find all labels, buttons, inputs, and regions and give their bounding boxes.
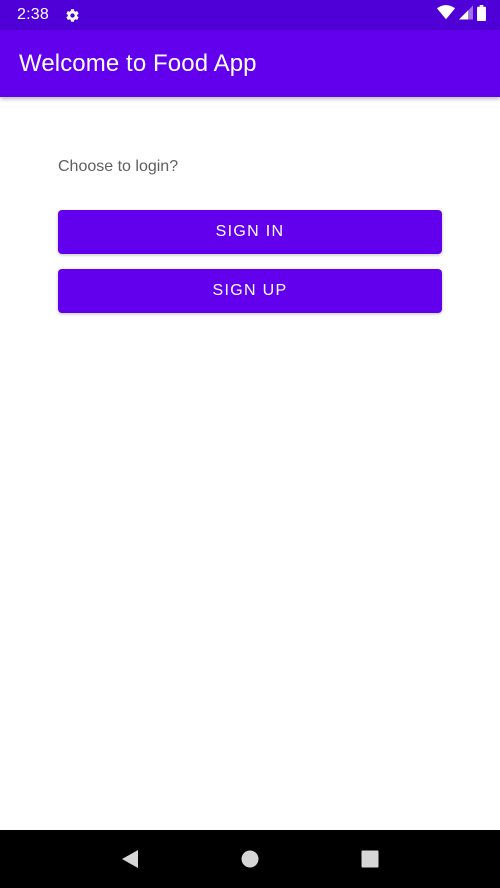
app-bar: Welcome to Food App (0, 30, 500, 97)
login-prompt: Choose to login? (58, 158, 179, 175)
status-time: 2:38 (17, 6, 49, 23)
gear-icon (65, 7, 81, 23)
battery-icon (477, 4, 486, 26)
cell-signal-icon (459, 5, 473, 25)
main-content: Choose to login? SIGN IN SIGN UP (0, 97, 500, 830)
status-bar: 2:38 (0, 0, 500, 30)
recents-icon[interactable] (350, 839, 390, 879)
status-icons (437, 4, 486, 26)
navigation-bar (0, 830, 500, 888)
sign-up-button[interactable]: SIGN UP (58, 269, 442, 313)
app-title: Welcome to Food App (19, 49, 257, 77)
wifi-icon (437, 5, 455, 25)
sign-in-button[interactable]: SIGN IN (58, 210, 442, 254)
screen: 2:38 Welcome to Food App Choose to login… (0, 0, 500, 888)
back-icon[interactable] (110, 839, 150, 879)
home-icon[interactable] (230, 839, 270, 879)
